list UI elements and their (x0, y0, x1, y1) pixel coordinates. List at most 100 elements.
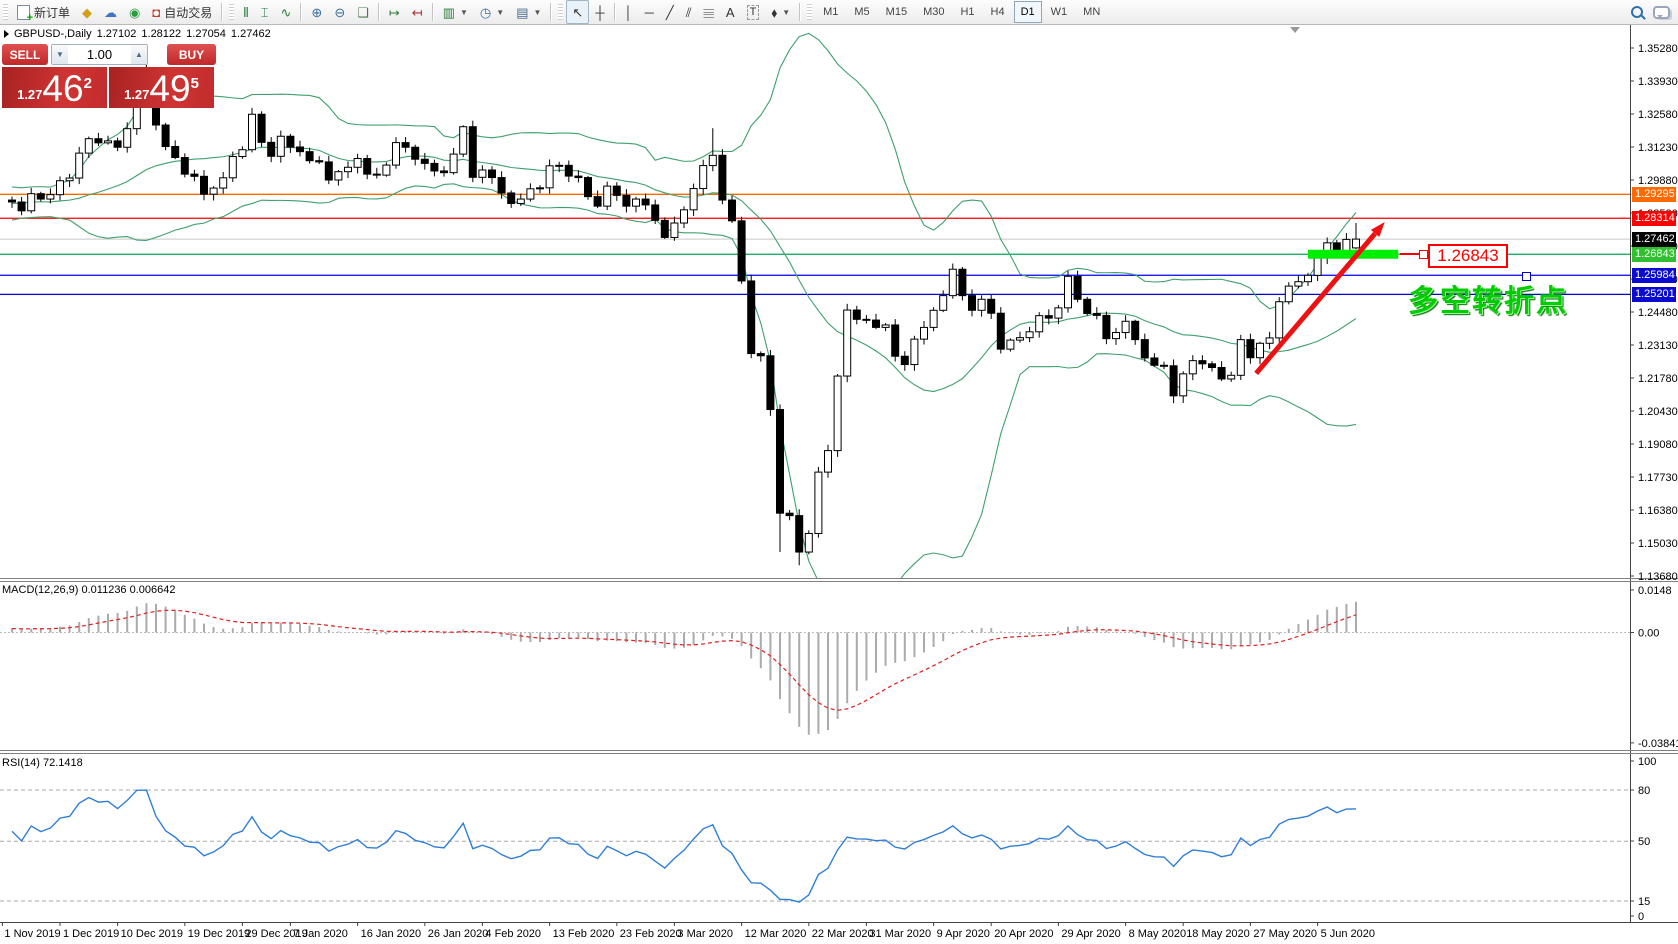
ohlc-open: 1.27102 (96, 28, 137, 40)
toolbar-grip[interactable] (807, 4, 813, 20)
autotrade-button[interactable]: ◘ 自动交易 (146, 0, 218, 24)
fibonacci-icon: 𝄙 (703, 4, 714, 20)
date-label: 26 Jan 2020 (428, 928, 489, 940)
trendline-icon: ╱ (665, 4, 674, 20)
turning-point-note[interactable]: 多空转折点 (1408, 276, 1568, 320)
chat-icon[interactable] (1653, 5, 1670, 19)
fibonacci-tool-button[interactable]: 𝄙 (698, 0, 720, 24)
timeframe-h4[interactable]: H4 (984, 1, 1012, 23)
line-chart-button[interactable]: ∿ (275, 0, 298, 24)
indicators-button[interactable]: ▥ ▼ (437, 0, 474, 24)
date-label: 13 Feb 2020 (553, 928, 615, 940)
timeframe-m30[interactable]: M30 (916, 1, 951, 23)
current-price-chip: 1.27462 (1632, 231, 1676, 247)
volume-value[interactable]: 1.00 (68, 45, 131, 64)
zoom-in-icon: ⊕ (311, 4, 323, 20)
mt4-window: 1.352801.339301.325801.312301.298801.285… (0, 0, 1678, 944)
community-icon: ☁ (104, 4, 118, 20)
rsi-value: 72.1418 (42, 757, 83, 769)
date-label: 27 May 2020 (1253, 928, 1317, 940)
chevron-down-icon: ▼ (533, 7, 542, 17)
buy-button[interactable]: BUY (167, 44, 216, 65)
macd-main-value: 0.011236 (81, 584, 127, 596)
zoom-out-icon: ⊖ (334, 4, 346, 20)
svg-text:0: 0 (1638, 911, 1644, 923)
buy-price[interactable]: 1.27 49 5 (109, 67, 214, 108)
candlestick-chart-button[interactable]: ⌶ (255, 0, 275, 24)
svg-text:15: 15 (1638, 896, 1650, 908)
new-order-button[interactable]: 新订单 (11, 0, 76, 24)
svg-text:1.23130: 1.23130 (1638, 340, 1678, 352)
macd-signal-value: 0.006642 (129, 584, 176, 596)
signal-icon: ◉ (129, 4, 141, 20)
svg-text:1.24480: 1.24480 (1638, 307, 1678, 319)
timeframe-m1[interactable]: M1 (816, 1, 845, 23)
chart-shift-button[interactable]: ↤ (406, 0, 429, 24)
timeframe-w1[interactable]: W1 (1044, 1, 1075, 23)
community-button[interactable]: ☁ (98, 0, 123, 24)
timeframe-d1[interactable]: D1 (1013, 1, 1042, 23)
separator (221, 3, 224, 21)
level-price-chip: 1.29295 (1632, 186, 1676, 202)
date-label: 16 Jan 2020 (361, 928, 422, 940)
timeframe-m5[interactable]: M5 (847, 1, 876, 23)
volume-stepper: ▼ 1.00 ▲ (51, 44, 148, 65)
vertical-line-icon: │ (624, 4, 633, 20)
timeframe-mn[interactable]: MN (1076, 1, 1107, 23)
volume-down-button[interactable]: ▼ (52, 45, 68, 64)
svg-text:-0.038415: -0.038415 (1638, 738, 1678, 750)
toolbar-grip[interactable] (558, 4, 564, 20)
date-label: 20 Apr 2020 (994, 928, 1053, 940)
equidistant-channel-icon: ⫽ (685, 4, 692, 20)
cursor-icon: ↖ (572, 4, 584, 20)
label-tool-button[interactable]: T (741, 0, 766, 24)
date-label: 1 Nov 2019 (4, 928, 60, 940)
auto-scroll-button[interactable]: ↦ (383, 0, 406, 24)
line-chart-icon: ∿ (280, 4, 292, 20)
toolbar-grip[interactable] (229, 4, 235, 20)
svg-text:1.33930: 1.33930 (1638, 76, 1678, 88)
channel-tool-button[interactable]: ⫽ (680, 0, 698, 24)
trendline-tool-button[interactable]: ╱ (660, 0, 680, 24)
tile-windows-icon: ❏ (357, 4, 369, 20)
svg-text:1.21780: 1.21780 (1638, 373, 1678, 385)
add-indicator-icon: ▥ (442, 4, 455, 20)
bar-chart-button[interactable]: ⫴ (237, 0, 254, 24)
timeframe-h1[interactable]: H1 (953, 1, 981, 23)
level-tag[interactable]: 1.26843 (1428, 244, 1508, 268)
sell-price[interactable]: 1.27 46 2 (2, 67, 107, 108)
clock-icon: ◷ (479, 4, 492, 20)
vline-tool-button[interactable]: │ (619, 0, 639, 24)
level-price-chip: 1.28314 (1632, 210, 1676, 226)
text-tool-button[interactable]: A (720, 0, 741, 24)
separator (613, 3, 616, 21)
crosshair-tool-button[interactable]: ┼ (589, 0, 610, 24)
hline-tool-button[interactable]: ─ (639, 0, 660, 24)
chart-canvas[interactable]: 1.352801.339301.325801.312301.298801.285… (0, 0, 1678, 944)
separator (550, 3, 553, 21)
date-label: 12 Mar 2020 (745, 928, 807, 940)
ohlc-low: 1.27054 (186, 28, 226, 40)
signals-button[interactable]: ◉ (123, 0, 146, 24)
zoom-out-button[interactable]: ⊖ (328, 0, 351, 24)
market-watch-button[interactable]: ◆ (76, 0, 98, 24)
symbol-marker-icon (4, 30, 9, 38)
templates-button[interactable]: ▤ ▼ (510, 0, 547, 24)
search-icon[interactable] (1631, 6, 1643, 18)
cursor-tool-button[interactable]: ↖ (566, 0, 590, 24)
shapes-tool-button[interactable]: ⬧ ▼ (765, 0, 796, 24)
rsi-label: RSI(14) 72.1418 (2, 757, 83, 769)
sell-button[interactable]: SELL (2, 44, 48, 65)
tile-windows-button[interactable]: ❏ (351, 0, 375, 24)
date-label: 19 Dec 2019 (188, 928, 250, 940)
volume-up-button[interactable]: ▲ (131, 45, 147, 64)
svg-text:0.00: 0.00 (1638, 628, 1659, 640)
level-tag-handle[interactable] (1419, 250, 1428, 259)
toolbar-grip[interactable] (3, 4, 8, 20)
periods-button[interactable]: ◷ ▼ (474, 0, 510, 24)
chevron-down-icon: ▼ (782, 7, 791, 17)
candlestick-icon: ⌶ (260, 4, 269, 20)
zoom-in-button[interactable]: ⊕ (305, 0, 328, 24)
date-label: 1 Dec 2019 (63, 928, 119, 940)
timeframe-m15[interactable]: M15 (879, 1, 914, 23)
